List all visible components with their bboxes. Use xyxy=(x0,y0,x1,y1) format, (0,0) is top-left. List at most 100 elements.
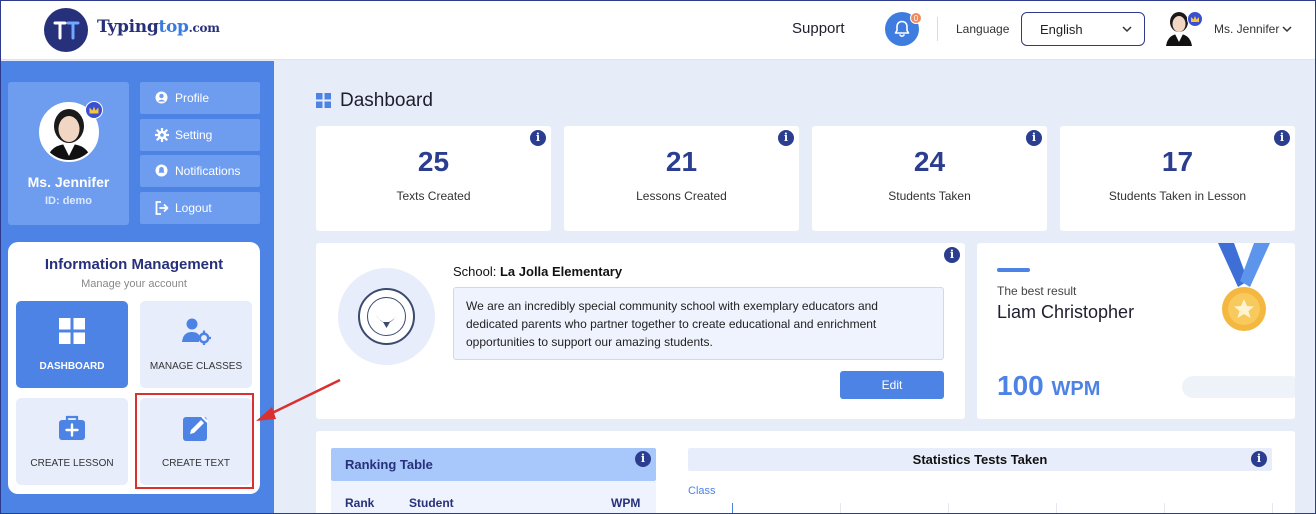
typingtop-logo-icon[interactable] xyxy=(44,8,88,52)
language-label: Language xyxy=(956,22,1010,36)
chart-axis-line xyxy=(732,503,733,514)
support-link[interactable]: Support xyxy=(792,20,845,37)
info-icon[interactable]: i xyxy=(944,247,960,263)
manage-users-icon xyxy=(182,318,211,345)
page-title: Dashboard xyxy=(340,90,433,111)
best-wpm-value: 100 xyxy=(997,370,1044,401)
info-icon[interactable]: i xyxy=(635,451,651,467)
ranking-table-title: Ranking Table xyxy=(345,457,433,472)
tile-label: CREATE LESSON xyxy=(30,458,114,469)
bell-icon xyxy=(155,164,168,177)
ranking-table-header: Ranking Table i xyxy=(331,448,656,481)
statistics-header: Statistics Tests Taken i xyxy=(688,448,1272,471)
edit-school-button[interactable]: Edit xyxy=(840,371,944,399)
menu-item-logout[interactable]: Logout xyxy=(140,192,260,224)
stat-card-students-taken: i 24 Students Taken xyxy=(812,126,1047,231)
menu-item-label: Profile xyxy=(175,91,210,105)
profile-card: Ms. Jennifer ID: demo xyxy=(8,82,129,225)
stat-value: 17 xyxy=(1161,146,1194,177)
annotation-arrow-icon xyxy=(256,378,341,421)
top-header: Typingtop.com Support 0 Language English… xyxy=(0,0,1316,60)
best-result-card: The best result Liam Christopher 100 WPM xyxy=(977,243,1295,419)
menu-item-profile[interactable]: Profile xyxy=(140,82,260,114)
logout-icon xyxy=(155,201,169,215)
menu-item-label: Logout xyxy=(175,201,212,215)
chart-gridline xyxy=(1164,503,1165,514)
best-result-student: Liam Christopher xyxy=(997,302,1135,322)
stat-value: 24 xyxy=(913,146,946,177)
info-panel-title: Information Management xyxy=(44,256,224,273)
language-value: English xyxy=(1040,22,1083,37)
stat-label: Texts Created xyxy=(396,189,471,203)
best-result-wpm: 100 WPM xyxy=(997,370,1100,402)
info-icon[interactable]: i xyxy=(778,130,794,146)
crown-icon xyxy=(1187,11,1203,27)
school-logo xyxy=(338,268,435,365)
school-card: i School: La Jolla Elementary We are an … xyxy=(316,243,965,419)
tile-manage-classes[interactable]: MANAGE CLASSES xyxy=(140,301,252,388)
stat-card-students-taken-in-lesson: i 17 Students Taken in Lesson xyxy=(1060,126,1295,231)
briefcase-plus-icon xyxy=(59,415,85,440)
medal-icon xyxy=(1218,243,1270,331)
logo-word: Typing xyxy=(97,17,159,37)
stat-label: Students Taken in Lesson xyxy=(1108,189,1247,203)
dashboard-icon xyxy=(316,93,331,108)
stat-value: 25 xyxy=(417,146,450,177)
ranking-table: Rank Student WPM xyxy=(331,481,656,514)
info-icon[interactable]: i xyxy=(1251,451,1267,467)
crown-icon xyxy=(85,101,103,119)
info-icon[interactable]: i xyxy=(1274,130,1290,146)
column-header-student[interactable]: Student xyxy=(409,496,454,510)
chart-gridline xyxy=(948,503,949,514)
best-result-label: The best result xyxy=(997,284,1077,298)
chart-gridline xyxy=(840,503,841,514)
menu-item-notifications[interactable]: Notifications xyxy=(140,155,260,187)
stat-card-texts-created: i 25 Texts Created xyxy=(316,126,551,231)
profile-name: Ms. Jennifer xyxy=(27,174,110,190)
dashboard-grid-icon xyxy=(59,318,85,344)
logo-accent: top xyxy=(158,17,189,37)
statistics-title: Statistics Tests Taken xyxy=(912,452,1048,467)
best-wpm-unit: WPM xyxy=(1051,378,1101,400)
menu-item-label: Setting xyxy=(175,128,213,142)
chart-gridline xyxy=(1272,503,1273,514)
tile-create-lesson[interactable]: CREATE LESSON xyxy=(16,398,128,485)
menu-item-label: Notifications xyxy=(175,164,241,178)
column-header-wpm[interactable]: WPM xyxy=(611,496,640,510)
stat-label: Lessons Created xyxy=(636,189,727,203)
header-user-name[interactable]: Ms. Jennifer xyxy=(1214,22,1279,36)
school-name: School: La Jolla Elementary xyxy=(453,264,622,279)
language-select[interactable]: English xyxy=(1021,12,1145,46)
profile-id: ID: demo xyxy=(44,195,93,207)
stat-card-lessons-created: i 21 Lessons Created xyxy=(564,126,799,231)
school-seal-icon xyxy=(358,288,415,345)
info-icon[interactable]: i xyxy=(530,130,546,146)
best-result-track xyxy=(1182,376,1295,398)
tile-label: DASHBOARD xyxy=(39,361,105,372)
notification-count-badge: 0 xyxy=(910,12,922,24)
chevron-down-icon xyxy=(1122,26,1132,33)
user-circle-icon xyxy=(155,91,168,104)
school-name-value: La Jolla Elementary xyxy=(499,264,623,279)
menu-item-setting[interactable]: Setting xyxy=(140,119,260,151)
chart-gridline xyxy=(1056,503,1057,514)
bell-icon xyxy=(894,20,910,38)
bottom-panel: Ranking Table i Rank Student WPM Statist… xyxy=(316,431,1295,514)
create-text-highlight-box xyxy=(135,393,254,489)
best-result-accent-bar xyxy=(997,268,1030,272)
tile-dashboard[interactable]: DASHBOARD xyxy=(16,301,128,388)
stat-label: Students Taken xyxy=(888,189,971,203)
school-prefix: School: xyxy=(453,264,500,279)
stat-value: 21 xyxy=(665,146,698,177)
statistics-axis-label: Class xyxy=(688,485,716,497)
gear-icon xyxy=(155,128,169,142)
school-description: We are an incredibly special community s… xyxy=(453,287,944,360)
info-icon[interactable]: i xyxy=(1026,130,1042,146)
info-panel-subtitle: Manage your account xyxy=(81,278,187,290)
column-header-rank[interactable]: Rank xyxy=(345,496,374,510)
chevron-down-icon[interactable] xyxy=(1282,25,1292,33)
logo-domain: .com xyxy=(188,21,220,35)
tile-label: MANAGE CLASSES xyxy=(149,361,243,372)
header-divider xyxy=(937,17,938,41)
logo-text[interactable]: Typingtop.com xyxy=(97,17,220,37)
